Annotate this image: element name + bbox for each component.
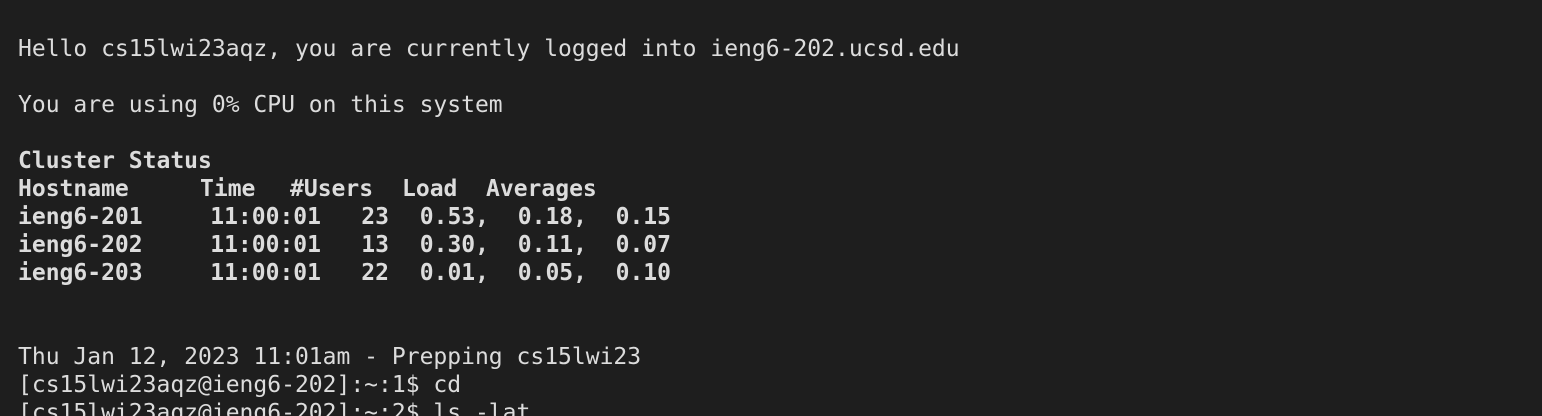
- prompt-line: [cs15lwi23aqz@ieng6-202]:~:2$ ls -lat: [18, 400, 531, 416]
- row-load-15: 0.15: [615, 204, 671, 230]
- row-load-5: 0.05,: [517, 260, 587, 286]
- header-hostname: Hostname: [18, 176, 129, 202]
- row-time: 11:00:01: [210, 204, 321, 230]
- table-row: ieng6-203 11:00:01 22 0.01, 0.05, 0.10: [18, 259, 1542, 287]
- row-load-5: 0.11,: [517, 232, 587, 258]
- row-hostname: ieng6-203: [18, 260, 143, 286]
- prompt-line: [cs15lwi23aqz@ieng6-202]:~:1$ cd: [18, 372, 462, 398]
- row-load-5: 0.18,: [517, 204, 587, 230]
- header-users: #Users: [290, 176, 374, 202]
- cluster-table-header: Hostname Time #Users Load Averages: [18, 175, 1542, 203]
- row-users: 22: [361, 260, 389, 286]
- row-load-1: 0.01,: [419, 260, 489, 286]
- greeting-line: Hello cs15lwi23aqz, you are currently lo…: [18, 36, 960, 62]
- row-load-15: 0.10: [615, 260, 671, 286]
- cpu-usage-line: You are using 0% CPU on this system: [18, 92, 503, 118]
- terminal-window[interactable]: Hello cs15lwi23aqz, you are currently lo…: [0, 0, 1542, 416]
- row-hostname: ieng6-201: [18, 204, 143, 230]
- table-row: ieng6-202 11:00:01 13 0.30, 0.11, 0.07: [18, 231, 1542, 259]
- row-time: 11:00:01: [210, 232, 321, 258]
- row-hostname: ieng6-202: [18, 232, 143, 258]
- header-averages: Averages: [486, 176, 597, 202]
- row-load-1: 0.53,: [419, 204, 489, 230]
- cluster-status-title: Cluster Status: [18, 148, 212, 174]
- row-load-1: 0.30,: [419, 232, 489, 258]
- row-time: 11:00:01: [210, 260, 321, 286]
- header-load: Load: [402, 176, 458, 202]
- table-row: ieng6-201 11:00:01 23 0.53, 0.18, 0.15: [18, 203, 1542, 231]
- terminal-output: Hello cs15lwi23aqz, you are currently lo…: [18, 35, 1542, 416]
- row-users: 13: [361, 232, 389, 258]
- prep-line: Thu Jan 12, 2023 11:01am - Prepping cs15…: [18, 344, 642, 370]
- row-load-15: 0.07: [615, 232, 671, 258]
- row-users: 23: [361, 204, 389, 230]
- header-time: Time: [200, 176, 256, 202]
